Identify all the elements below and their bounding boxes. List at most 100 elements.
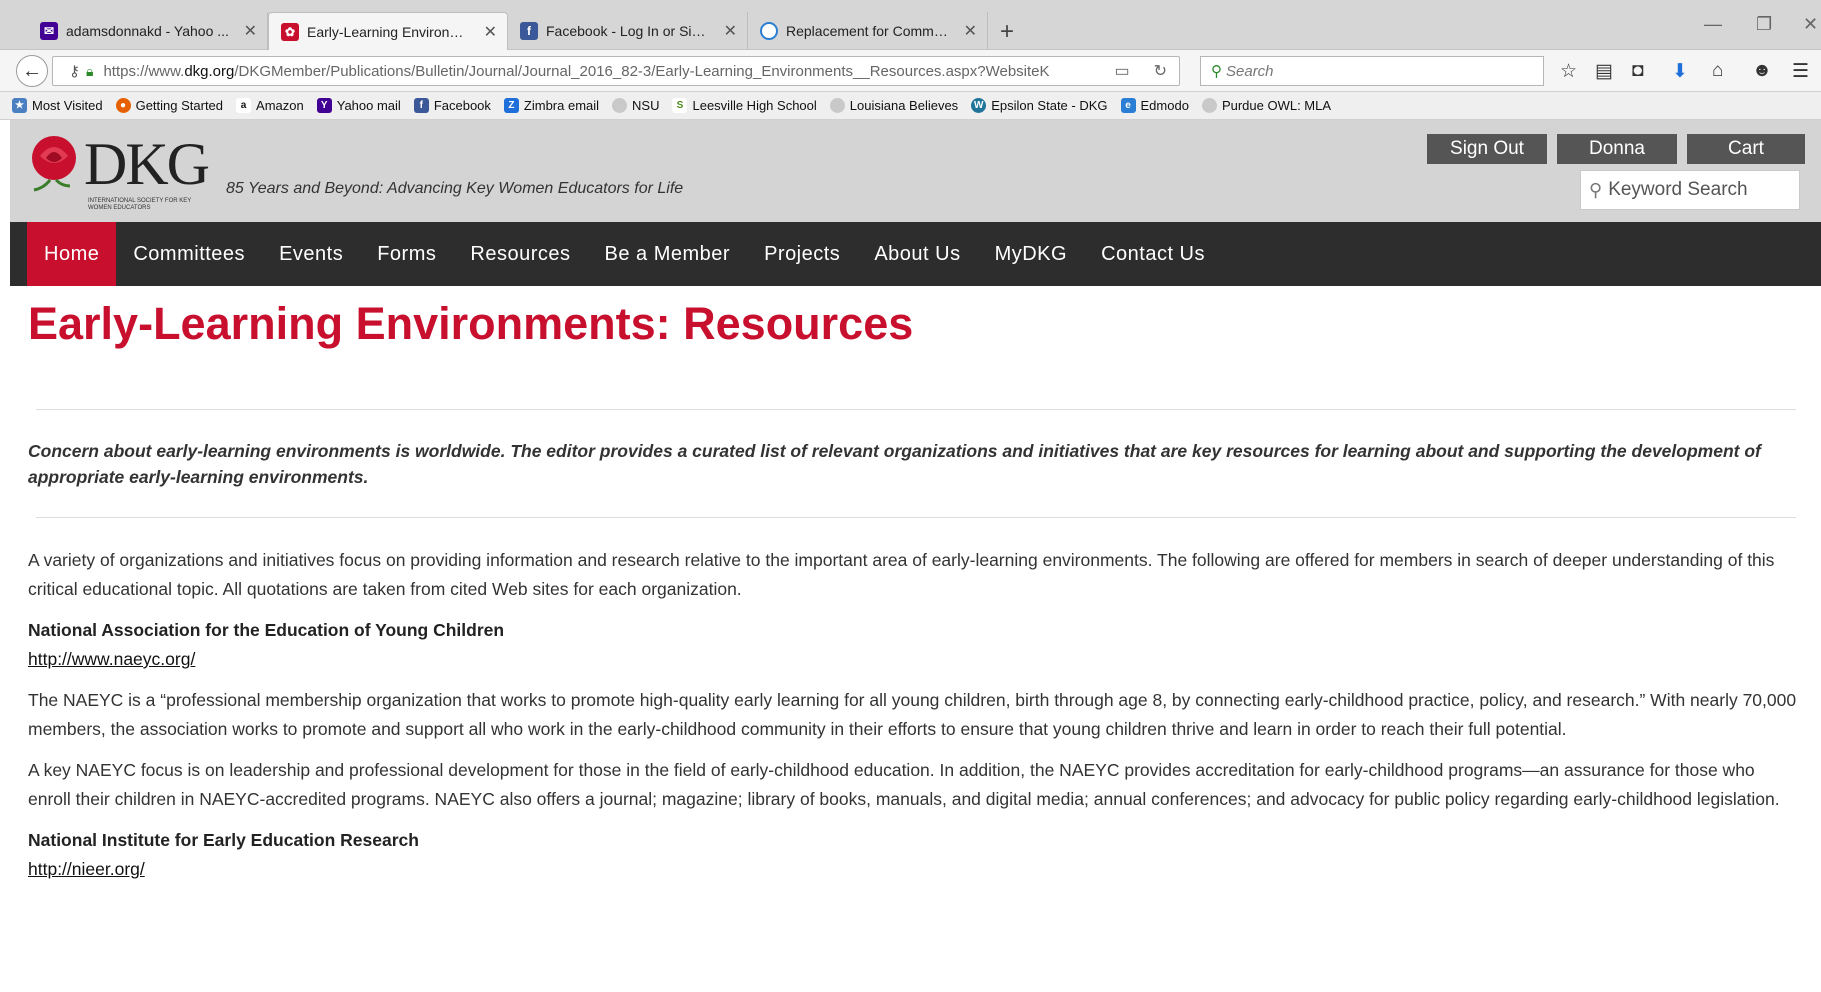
back-arrow-icon: ←	[22, 59, 42, 82]
close-icon[interactable]: ✕	[484, 22, 497, 42]
rose-icon	[32, 136, 76, 192]
tab-early-learning[interactable]: ✿ Early-Learning Environme... ✕	[268, 12, 508, 50]
bookmark-yahoo-mail[interactable]: Y Yahoo mail	[316, 98, 401, 113]
nav-home[interactable]: Home	[27, 222, 117, 286]
tab-label: Replacement for Commo...	[786, 23, 952, 39]
bookmark-nsu[interactable]: NSU	[612, 98, 659, 113]
tab-label: Early-Learning Environme...	[307, 23, 472, 40]
org-description: The NAEYC is a “professional membership …	[28, 690, 1797, 739]
globe-icon	[1201, 98, 1217, 113]
cart-button[interactable]: Cart	[1687, 134, 1805, 164]
org-heading: National Association for the Education o…	[28, 620, 505, 640]
identity-key-icon[interactable]: ⚷	[69, 62, 80, 80]
search-placeholder: Search	[1226, 62, 1274, 80]
org-link[interactable]: http://nieer.org/	[28, 855, 1798, 884]
reader-view-icon[interactable]: ▭	[1114, 61, 1129, 81]
user-menu-button[interactable]: Donna	[1557, 134, 1677, 164]
loading-icon	[760, 22, 778, 40]
amazon-icon: a	[236, 98, 252, 113]
facebook-icon: f	[520, 22, 538, 40]
url-domain: dkg.org	[184, 62, 235, 80]
reading-list-icon[interactable]: ▤	[1595, 60, 1613, 83]
bookmark-label: Getting Started	[135, 98, 224, 113]
bookmark-label: Purdue OWL: MLA	[1221, 98, 1332, 113]
main-navigation: Home Committees Events Forms Resources B…	[10, 222, 1821, 286]
site-tagline: 85 Years and Beyond: Advancing Key Women…	[226, 180, 684, 197]
bookmark-most-visited[interactable]: ★ Most Visited	[12, 98, 103, 113]
facebook-icon: f	[413, 98, 429, 113]
article-lede: Concern about early-learning environment…	[28, 441, 1761, 487]
menu-icon[interactable]: ☰	[1792, 60, 1809, 83]
logo-wordmark: DKG	[84, 131, 210, 197]
lock-icon[interactable]: 🔒︎	[86, 63, 93, 80]
browser-search-field[interactable]: ⚲ Search	[1200, 56, 1544, 86]
url-path: /DKGMember/Publications/Bulletin/Journal…	[234, 62, 1050, 80]
nav-about-us[interactable]: About Us	[857, 222, 977, 286]
new-tab-button[interactable]: +	[1000, 18, 1014, 46]
divider	[36, 409, 1796, 410]
nav-be-a-member[interactable]: Be a Member	[588, 222, 748, 286]
bookmark-getting-started[interactable]: ● Getting Started	[115, 98, 224, 113]
logo-subtext: INTERNATIONAL SOCIETY FOR KEY WOMEN EDUC…	[88, 198, 192, 211]
bookmark-amazon[interactable]: a Amazon	[236, 98, 304, 113]
tab-label: adamsdonnakd - Yahoo ...	[66, 23, 229, 39]
tab-replacement[interactable]: Replacement for Commo... ✕	[748, 12, 988, 50]
restore-icon[interactable]: ❐	[1756, 14, 1772, 35]
bookmark-leesville[interactable]: S Leesville High School	[672, 98, 817, 113]
nav-projects[interactable]: Projects	[747, 222, 857, 286]
home-icon[interactable]: ⌂	[1712, 60, 1723, 82]
bookmark-louisiana-believes[interactable]: Louisiana Believes	[829, 98, 959, 113]
bookmark-purdue-owl[interactable]: Purdue OWL: MLA	[1201, 98, 1332, 113]
bookmark-label: Leesville High School	[692, 98, 817, 113]
bookmark-star-icon[interactable]: ☆	[1560, 60, 1577, 83]
nav-events[interactable]: Events	[262, 222, 360, 286]
dkg-rose-icon: ✿	[281, 22, 299, 41]
address-bar[interactable]: ⚷ 🔒︎ https://www.dkg.org/DKGMember/Publi…	[52, 56, 1180, 86]
most-visited-icon: ★	[12, 98, 27, 113]
chat-icon[interactable]: ☻	[1752, 60, 1772, 82]
download-icon[interactable]: ⬇	[1672, 60, 1688, 83]
bookmark-label: Most Visited	[32, 98, 103, 113]
close-icon[interactable]: ✕	[724, 21, 737, 41]
globe-icon	[829, 98, 845, 113]
yahoo-icon: Y	[316, 98, 332, 113]
bookmark-label: Louisiana Believes	[849, 98, 959, 113]
globe-icon	[612, 98, 628, 113]
org-heading: National Institute for Early Education R…	[28, 830, 419, 850]
org-link[interactable]: http://www.naeyc.org/	[28, 645, 1798, 674]
bookmark-facebook[interactable]: f Facebook	[413, 98, 491, 113]
nav-contact-us[interactable]: Contact Us	[1084, 222, 1222, 286]
sign-out-button[interactable]: Sign Out	[1427, 134, 1547, 164]
close-icon[interactable]: ✕	[964, 21, 977, 41]
dkg-logo[interactable]: DKG INTERNATIONAL SOCIETY FOR KEY WOMEN …	[26, 131, 226, 212]
nav-forms[interactable]: Forms	[360, 222, 453, 286]
search-engine-icon[interactable]: ⚲	[1211, 62, 1222, 80]
intro-paragraph: A variety of organizations and initiativ…	[28, 550, 1775, 599]
back-button[interactable]: ←	[16, 55, 48, 87]
zimbra-icon: Z	[503, 98, 519, 113]
divider	[36, 517, 1796, 518]
bookmark-label: Epsilon State - DKG	[991, 98, 1108, 113]
window-close-icon[interactable]: ✕	[1803, 14, 1818, 35]
pocket-icon[interactable]: ◘	[1632, 60, 1643, 82]
bookmark-label: Yahoo mail	[336, 98, 401, 113]
tab-facebook[interactable]: f Facebook - Log In or Sign ... ✕	[508, 12, 748, 50]
close-icon[interactable]: ✕	[244, 21, 257, 41]
edmodo-icon: e	[1120, 98, 1136, 113]
bookmark-edmodo[interactable]: e Edmodo	[1120, 98, 1189, 113]
org-description: A key NAEYC focus is on leadership and p…	[28, 760, 1780, 809]
minimize-icon[interactable]: —	[1704, 14, 1722, 35]
nav-resources[interactable]: Resources	[453, 222, 587, 286]
reload-icon[interactable]: ↻	[1154, 61, 1167, 81]
bookmark-zimbra[interactable]: Z Zimbra email	[503, 98, 599, 113]
nav-committees[interactable]: Committees	[116, 222, 262, 286]
keyword-search-input[interactable]: ⚲ Keyword Search	[1580, 170, 1800, 210]
bookmark-epsilon-state[interactable]: W Epsilon State - DKG	[971, 98, 1108, 113]
nav-mydkg[interactable]: MyDKG	[978, 222, 1085, 286]
bookmark-label: Facebook	[433, 98, 491, 113]
url-text[interactable]: https://www.dkg.org/DKGMember/Publicatio…	[103, 63, 1102, 80]
tab-bar: ✉ adamsdonnakd - Yahoo ... ✕ ✿ Early-Lea…	[0, 0, 1821, 50]
navigation-toolbar: ← ⚷ 🔒︎ https://www.dkg.org/DKGMember/Pub…	[0, 50, 1821, 92]
wordpress-icon: W	[971, 98, 987, 113]
tab-yahoo-mail[interactable]: ✉ adamsdonnakd - Yahoo ... ✕	[28, 12, 268, 50]
